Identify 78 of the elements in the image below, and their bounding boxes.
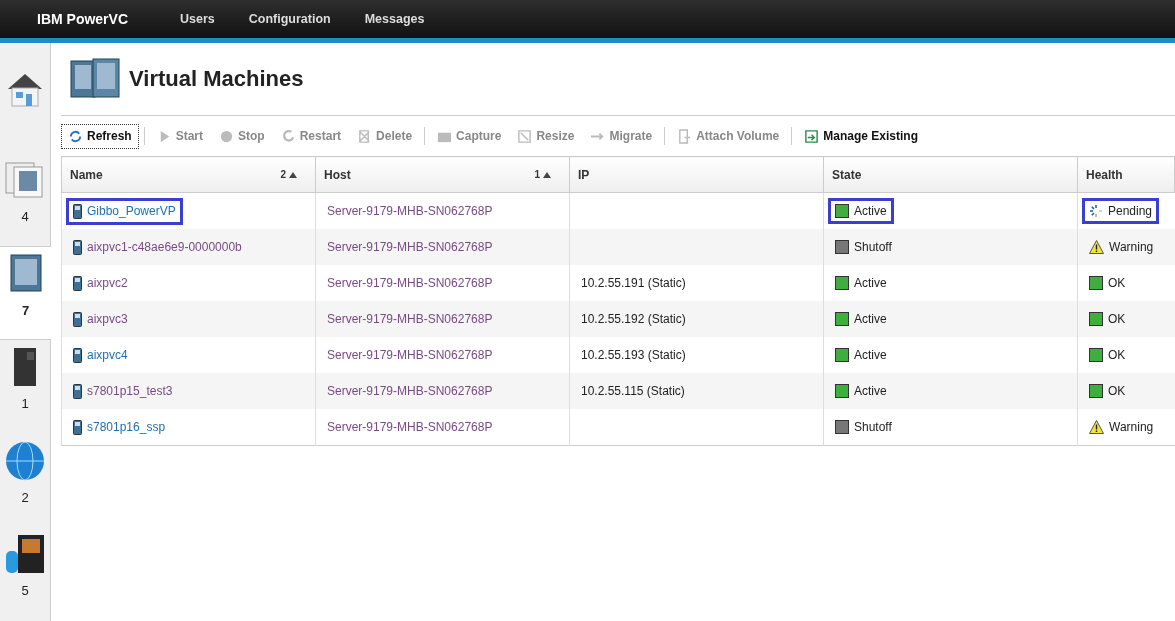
vm-name-link[interactable]: aixpvc4 [66,341,135,369]
nav-link[interactable]: Users [180,12,215,26]
ip-address: 10.2.55.192 (Static) [580,311,687,328]
column-header[interactable]: Name 2 [61,156,316,193]
brand-name: IBM PowerVC [37,11,128,27]
sort-up-icon [289,171,297,178]
servers-icon [69,57,121,101]
ip-address: 10.2.55.115 (Static) [580,383,686,400]
state-label: Shutoff [828,234,899,260]
vm-icon [73,311,82,327]
state-label: Active [828,342,894,368]
health-label: OK [1082,270,1133,296]
spinner-icon [1089,204,1103,218]
active-square-icon [835,384,849,398]
vm-icon [73,239,82,255]
vm-icon [73,203,82,219]
active-square-icon [835,312,849,326]
state-label: Active [828,270,894,296]
count-label: 4 [21,208,29,224]
health-label: Pending [1082,198,1160,224]
ok-square-icon [1089,348,1103,362]
health-label: OK [1082,342,1133,368]
toolbar-button[interactable]: Manage Existing [797,123,925,149]
active-square-icon [835,204,849,218]
host-link[interactable]: Server-9179-MHB-SN062768P [320,414,500,440]
nav-link[interactable]: Messages [364,12,425,26]
refresh-icon [68,128,83,144]
ok-square-icon [1089,276,1103,290]
state-label: Active [828,306,894,332]
page-title: Virtual Machines [129,66,304,92]
count-label: 5 [21,583,29,599]
vm-icon [73,347,82,363]
vm-name-link[interactable]: s7801p16_ssp [66,413,173,441]
ip-address: 10.2.55.191 (Static) [580,275,687,292]
state-label: Shutoff [828,414,899,440]
active-square-icon [835,276,849,290]
host-link[interactable]: Server-9179-MHB-SN062768P [320,198,500,224]
column-header[interactable]: Health [1077,156,1175,193]
vm-name-link[interactable]: Gibbo_PowerVP [66,197,183,225]
count-label: 2 [21,489,29,505]
health-label: OK [1082,378,1133,404]
stopped-square-icon [835,420,849,434]
column-header[interactable]: IP [569,156,824,193]
sidebar-item[interactable]: 4 [0,152,50,247]
ok-square-icon [1089,384,1103,398]
host-link[interactable]: Server-9179-MHB-SN062768P [320,270,500,296]
sidebar-item[interactable]: 1 [0,340,50,434]
attach-volume-icon [677,128,693,144]
ip-address: 10.2.55.193 (Static) [580,347,687,364]
count-label: 1 [21,396,29,412]
state-label: Active [828,198,894,224]
column-header[interactable]: Host 1 [315,156,570,193]
vm-name-link[interactable]: aixpvc2 [66,269,135,297]
resize-icon [517,128,533,144]
host-link[interactable]: Server-9179-MHB-SN062768P [320,342,500,368]
warning-icon [1089,240,1104,254]
sidebar-item[interactable]: 7 [0,246,51,341]
health-label: OK [1082,306,1133,332]
vm-icon [73,275,82,291]
toolbar-button[interactable]: Refresh [61,123,139,149]
count-label: 7 [21,303,30,319]
sort-up-icon [543,171,551,178]
stopped-square-icon [835,240,849,254]
warning-icon [1089,420,1104,434]
stop-icon [219,128,235,144]
health-label: Warning [1082,414,1161,440]
column-header[interactable]: State [823,156,1078,193]
health-label: Warning [1082,234,1161,260]
vm-icon [73,383,82,399]
sidebar-item[interactable]: 5 [0,527,50,621]
active-square-icon [835,348,849,362]
vm-icon [73,419,82,435]
import-icon [804,128,820,144]
sidebar-item[interactable]: 2 [0,433,50,528]
ok-square-icon [1089,312,1103,326]
restart-icon [280,128,296,144]
nav-link[interactable]: Configuration [248,12,331,26]
state-label: Active [828,378,894,404]
